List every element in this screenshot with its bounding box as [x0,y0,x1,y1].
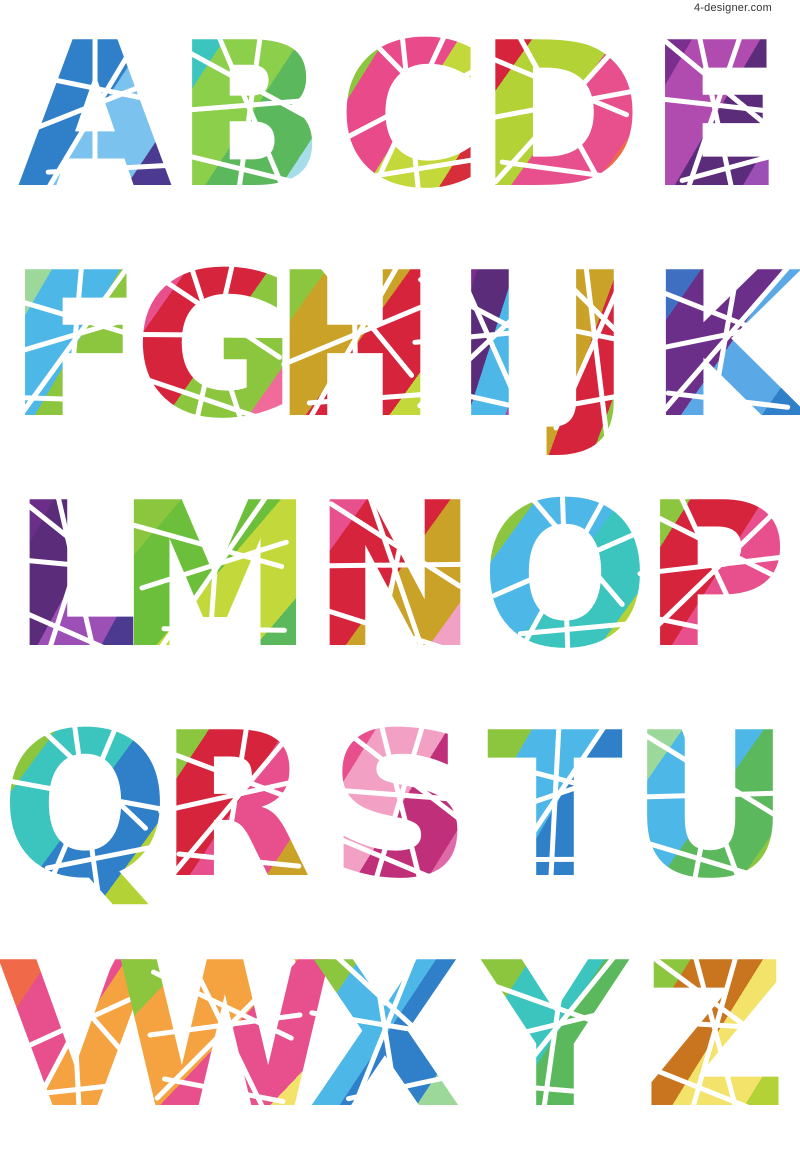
letter-n-graphic: N [311,460,478,693]
letter-row-5: VWXYZ [0,920,800,1150]
letter-n: N [311,460,478,693]
letter-q-graphic: Q [0,690,170,923]
letter-x-graphic: X [308,920,469,1150]
letter-p-glyph: P [642,460,789,693]
letter-k: K [647,230,800,463]
letter-g: G [133,230,297,463]
letter-u: U [629,690,791,923]
letter-row-4: QRSTU [0,690,800,923]
letter-e: E [638,0,800,233]
letter-u-graphic: U [629,690,791,923]
letter-b-graphic: B [172,0,329,233]
letter-c: C [335,0,492,233]
letter-j-glyph: J [546,230,632,463]
letter-e-graphic: E [638,0,800,233]
letter-t-graphic: T [471,690,629,923]
letter-k-graphic: K [647,230,800,463]
letter-a-graphic: A [9,0,172,233]
letter-z-graphic: Z [637,920,794,1150]
letter-row-1: ABCDE [0,0,800,233]
letter-r: R [156,690,312,923]
letter-a: A [9,0,172,233]
letter-p: P [637,460,793,693]
letter-y: Y [475,920,631,1150]
letter-c-graphic: C [337,0,492,233]
letter-m-graphic: M [115,460,314,693]
letter-f: F [0,230,150,463]
letter-o-graphic: O [480,460,650,693]
letter-t: T [471,690,630,923]
alphabet-artwork: ABCDE FGHIJK LMNOP QRSTU VWXYZ [0,0,800,1150]
letter-x: X [308,920,469,1150]
letter-z: Z [637,920,794,1150]
letter-m: M [115,460,314,693]
letter-r-graphic: R [156,690,312,923]
letter-row-3: LMNOP [0,460,800,693]
letter-o: O [480,460,650,693]
letter-s: S [323,690,479,923]
letter-w: W [115,920,336,1150]
letter-w-graphic: W [115,920,336,1150]
letter-d: D [477,0,643,233]
letter-row-2: FGHIJK [0,230,800,463]
letter-b: B [172,0,329,233]
letter-y-graphic: Y [475,920,631,1150]
letter-d-graphic: D [477,0,643,233]
letter-q: Q [0,690,170,923]
letter-p-graphic: P [637,460,793,693]
letter-s-graphic: S [323,690,479,923]
